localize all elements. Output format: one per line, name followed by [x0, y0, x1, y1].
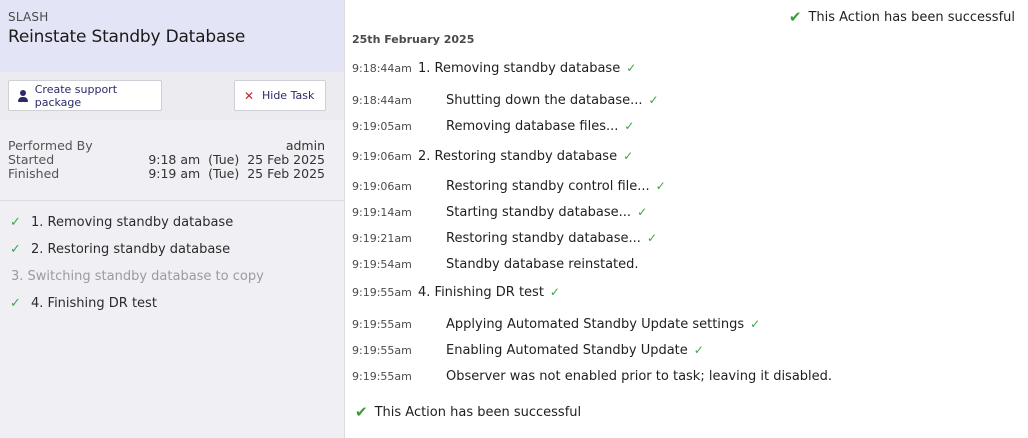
started-value: 9:18 am (Tue) 25 Feb 2025 — [148, 152, 325, 167]
hide-task-label: Hide Task — [262, 89, 315, 102]
log-message: Enabling Automated Standby Update — [446, 342, 688, 358]
check-icon: ✓ — [655, 179, 666, 193]
step-list: ✓ 1. Removing standby database ✓ 2. Restori… — [0, 209, 344, 317]
log-message: 4. Finishing DR test — [418, 284, 544, 300]
hide-task-button[interactable]: ✕ Hide Task — [234, 80, 326, 111]
user-icon — [17, 89, 28, 102]
log-entry: 9:19:55am 4. Finishing DR test ✓ — [352, 279, 1022, 305]
create-support-package-label: Create support package — [34, 82, 118, 109]
log-message: Shutting down the database... — [446, 92, 643, 108]
log-entry: 9:19:55am Enabling Automated Standby Upda… — [352, 337, 1022, 363]
check-icon: ✓ — [626, 61, 637, 75]
log-entry: 9:19:55am Applying Automated Standby Upda… — [352, 311, 1022, 337]
task-header: SLASH Reinstate Standby Database — [0, 0, 344, 72]
finished-row: Finished 9:19 am (Tue) 25 Feb 2025 — [8, 167, 325, 181]
task-meta: Performed By admin Started 9:18 am (Tue)… — [0, 121, 344, 201]
log-entry: 9:19:55am Observer was not enabled prior … — [352, 363, 1022, 389]
log-entry: 9:19:14am Starting standby database... ✓ — [352, 199, 1022, 225]
step-label: 3. Switching standby database to copy — [11, 269, 264, 284]
step-item: ✓ 2. Restoring standby database — [10, 236, 344, 263]
log-time: 9:19:21am — [352, 231, 412, 245]
check-icon: ✓ — [549, 285, 560, 299]
started-row: Started 9:18 am (Tue) 25 Feb 2025 — [8, 153, 325, 167]
log-time: 9:19:54am — [352, 257, 412, 271]
step-label: 4. Finishing DR test — [31, 296, 157, 311]
create-support-package-button[interactable]: Create support package — [8, 80, 162, 111]
log-entry: 9:19:54am Standby database reinstated. — [352, 251, 1022, 277]
checkmark-icon: ✔ — [788, 8, 802, 26]
check-icon: ✓ — [10, 215, 21, 230]
log-time: 9:19:14am — [352, 205, 412, 219]
check-icon: ✓ — [637, 205, 648, 219]
log-time: 9:19:06am — [352, 179, 412, 193]
log-time: 9:18:44am — [352, 93, 412, 107]
check-icon: ✓ — [10, 296, 21, 311]
log-time: 9:19:05am — [352, 119, 412, 133]
step-item: ✓ 1. Removing standby database — [10, 209, 344, 236]
success-banner-top: ✔ This Action has been successful — [789, 8, 1015, 26]
step-label: 1. Removing standby database — [31, 215, 234, 230]
check-icon: ✓ — [750, 317, 761, 331]
success-banner-bottom: ✔ This Action has been successful — [355, 403, 581, 421]
finished-label: Finished — [8, 166, 60, 181]
success-message-bottom: This Action has been successful — [374, 404, 582, 420]
started-label: Started — [8, 152, 55, 167]
performed-by-row: Performed By admin — [8, 139, 325, 153]
log-entry: 9:19:06am 2. Restoring standby database ✓ — [352, 143, 1022, 169]
task-toolbar: Create support package ✕ Hide Task — [0, 72, 344, 120]
log-time: 9:19:55am — [352, 369, 412, 383]
log-time: 9:19:55am — [352, 285, 412, 299]
finished-value: 9:19 am (Tue) 25 Feb 2025 — [148, 166, 325, 181]
step-item: ✓ 4. Finishing DR test — [10, 290, 344, 317]
check-icon: ✓ — [693, 343, 704, 357]
task-log-panel: ✔ This Action has been successful 25th F… — [345, 0, 1028, 438]
log-time: 9:19:55am — [352, 343, 412, 357]
task-title: Reinstate Standby Database — [8, 27, 246, 47]
log-entry: 9:19:21am Restoring standby database... ✓ — [352, 225, 1022, 251]
task-sidebar: SLASH Reinstate Standby Database Create … — [0, 0, 345, 438]
check-icon: ✓ — [648, 93, 659, 107]
step-label: 2. Restoring standby database — [31, 242, 231, 257]
log-list: 9:18:44am 1. Removing standby database ✓ 9:… — [352, 55, 1022, 389]
log-message: Restoring standby database... — [446, 230, 641, 246]
log-message: 2. Restoring standby database — [418, 148, 618, 164]
check-icon: ✓ — [624, 119, 635, 133]
log-entry: 9:19:06am Restoring standby control file.… — [352, 173, 1022, 199]
close-icon: ✕ — [243, 88, 255, 103]
log-entry: 9:18:44am 1. Removing standby database ✓ — [352, 55, 1022, 81]
check-icon: ✓ — [10, 242, 21, 257]
log-message: Restoring standby control file... — [446, 178, 650, 194]
log-entry: 9:18:44am Shutting down the database... ✓ — [352, 87, 1022, 113]
log-time: 9:18:44am — [352, 61, 412, 75]
log-date: 25th February 2025 — [352, 33, 475, 46]
log-message: Standby database reinstated. — [446, 256, 639, 272]
success-message-top: This Action has been successful — [808, 9, 1015, 25]
app-name: SLASH — [8, 10, 49, 24]
log-message: Removing database files... — [446, 118, 619, 134]
check-icon: ✓ — [646, 231, 657, 245]
checkmark-icon: ✔ — [355, 403, 368, 421]
log-message: Observer was not enabled prior to task; … — [446, 368, 833, 384]
performed-by-label: Performed By — [8, 138, 93, 153]
log-message: Applying Automated Standby Update settin… — [446, 316, 745, 332]
log-message: 1. Removing standby database — [418, 60, 621, 76]
performed-by-value: admin — [285, 138, 325, 153]
check-icon: ✓ — [623, 149, 634, 163]
log-time: 9:19:55am — [352, 317, 412, 331]
log-time: 9:19:06am — [352, 149, 412, 163]
log-entry: 9:19:05am Removing database files... ✓ — [352, 113, 1022, 139]
step-item: 3. Switching standby database to copy — [10, 263, 344, 290]
log-message: Starting standby database... — [446, 204, 632, 220]
